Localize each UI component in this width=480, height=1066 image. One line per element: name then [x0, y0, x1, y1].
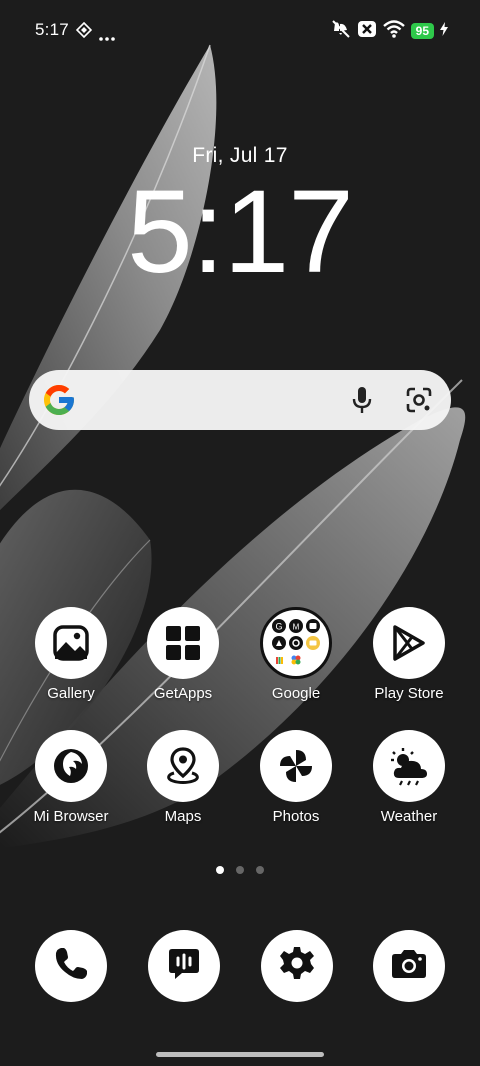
phone-icon[interactable] [53, 946, 89, 987]
sync-diamond-icon [75, 21, 93, 43]
page-indicator [0, 866, 480, 874]
gallery-icon[interactable] [35, 607, 107, 679]
google-search-bar[interactable] [29, 370, 451, 430]
app-getapps[interactable]: GetApps [127, 607, 239, 702]
dock-camera[interactable] [373, 930, 445, 1002]
page-dot-1[interactable] [216, 866, 224, 874]
app-label: Google [271, 685, 321, 702]
app-play-store[interactable]: Play Store [353, 607, 465, 702]
app-label: Maps [164, 808, 202, 825]
app-gallery[interactable]: Gallery [15, 607, 127, 702]
dock-phone[interactable] [35, 930, 107, 1002]
clock-date[interactable]: Fri, Jul 17 [0, 144, 480, 168]
app-label: Weather [380, 808, 438, 825]
app-label: Mi Browser [33, 808, 109, 825]
status-bar: 5:17 95 [0, 0, 480, 62]
app-label: Photos [272, 808, 320, 825]
charging-bolt-icon [440, 21, 448, 41]
app-label: Gallery [47, 685, 95, 702]
camera-icon[interactable] [390, 947, 428, 986]
app-label: Play Store [374, 685, 444, 702]
dock-settings[interactable] [261, 930, 333, 1002]
microphone-icon[interactable] [351, 386, 373, 419]
app-weather[interactable]: Weather [353, 730, 465, 825]
getapps-icon[interactable] [147, 607, 219, 679]
maps-icon[interactable] [147, 730, 219, 802]
vibrate-off-icon [331, 19, 351, 43]
app-label: GetApps [153, 685, 213, 702]
clock-time[interactable]: 5:17 [0, 172, 480, 292]
google-g-icon[interactable] [41, 382, 77, 423]
page-dot-2[interactable] [236, 866, 244, 874]
messages-icon[interactable] [166, 946, 202, 987]
battery-level: 95 [410, 23, 434, 39]
app-mi-browser[interactable]: Mi Browser [15, 730, 127, 825]
photos-icon[interactable] [260, 730, 332, 802]
weather-icon[interactable] [373, 730, 445, 802]
svg-text:G: G [275, 622, 282, 632]
app-photos[interactable]: Photos [240, 730, 352, 825]
lens-camera-icon[interactable] [405, 386, 433, 419]
svg-text:M: M [293, 623, 300, 632]
status-time: 5:17 [35, 20, 69, 39]
home-indicator-bar[interactable] [156, 1052, 324, 1057]
play-store-icon[interactable] [373, 607, 445, 679]
dock-messages[interactable] [148, 930, 220, 1002]
app-maps[interactable]: Maps [127, 730, 239, 825]
google-folder-icon[interactable]: G M [260, 607, 332, 679]
mi-browser-icon[interactable] [35, 730, 107, 802]
more-notifications-icon [99, 28, 115, 46]
no-sim-icon [357, 20, 377, 43]
wifi-icon [382, 19, 405, 43]
app-google-folder[interactable]: G M Google [240, 607, 352, 702]
page-dot-3[interactable] [256, 866, 264, 874]
settings-icon[interactable] [278, 945, 316, 988]
